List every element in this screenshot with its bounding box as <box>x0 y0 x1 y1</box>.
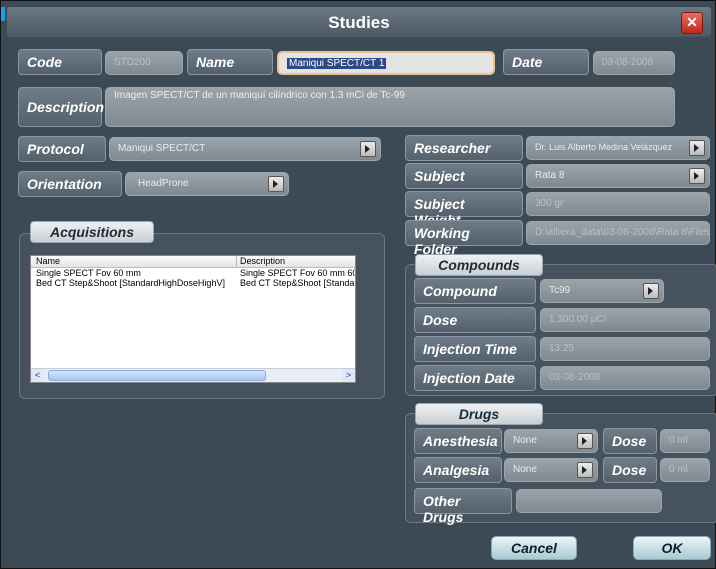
description-field[interactable]: Imagen SPECT/CT de un maniquí cilíndrico… <box>105 87 675 127</box>
researcher-label: Researcher <box>405 135 523 161</box>
list-item[interactable]: Bed CT Step&Shoot [StandardHighDoseHighV… <box>31 278 355 288</box>
compound-dropdown-icon[interactable] <box>643 283 659 299</box>
scroll-right-icon[interactable]: > <box>342 369 355 382</box>
acquisitions-list[interactable]: Name Description Single SPECT Fov 60 mm … <box>30 255 356 383</box>
compound-label: Compound <box>414 278 536 304</box>
scroll-left-icon[interactable]: < <box>31 369 44 382</box>
cancel-button[interactable]: Cancel <box>491 536 577 560</box>
subject-dropdown-icon[interactable] <box>689 168 705 184</box>
list-header: Name Description <box>31 256 355 268</box>
date-field[interactable]: 03-08-2008 <box>593 51 675 75</box>
researcher-value: Dr. Luis Alberto Medina Velázquez <box>535 142 673 152</box>
protocol-label: Protocol <box>18 136 106 162</box>
injection-date-label: Injection Date <box>414 365 536 391</box>
working-folder-label: Working Folder <box>405 220 523 257</box>
anesthesia-value: None <box>513 435 537 446</box>
title-bar: Studies ✕ <box>7 7 711 37</box>
analgesia-value: None <box>513 464 537 475</box>
other-drugs-label: Other Drugs <box>414 488 512 525</box>
code-field[interactable]: STD200 <box>105 51 183 75</box>
close-button[interactable]: ✕ <box>681 12 703 34</box>
analgesia-dose-label: Dose <box>603 457 657 483</box>
orientation-dropdown-icon[interactable] <box>268 176 284 192</box>
analgesia-dropdown-icon[interactable] <box>577 462 593 478</box>
analgesia-label: Analgesia <box>414 457 502 483</box>
protocol-dropdown[interactable]: Maniqui SPECT/CT <box>109 137 381 161</box>
ok-button[interactable]: OK <box>633 536 711 560</box>
acquisition-description: Bed CT Step&Shoot [Standardl <box>240 278 355 288</box>
orientation-dropdown[interactable]: HeadProne <box>125 172 289 196</box>
accent-bar <box>1 7 5 21</box>
analgesia-dropdown[interactable]: None <box>504 458 598 482</box>
name-value: Maniqui SPECT/CT 1 <box>287 58 387 69</box>
column-header-description[interactable]: Description <box>240 256 355 266</box>
list-item[interactable]: Single SPECT Fov 60 mm Single SPECT Fov … <box>31 268 355 278</box>
anesthesia-dropdown[interactable]: None <box>504 429 598 453</box>
working-folder-field[interactable]: D:\albera_data\03-08-2008\Rata 8\Files <box>526 221 710 245</box>
window-title: Studies <box>328 13 390 32</box>
subject-weight-field[interactable]: 300 gr <box>526 192 710 216</box>
dose-label: Dose <box>414 307 536 333</box>
protocol-value: Maniqui SPECT/CT <box>118 143 206 154</box>
subject-label: Subject <box>405 163 523 189</box>
code-label: Code <box>18 49 102 75</box>
acquisition-name: Bed CT Step&Shoot [StandardHighDoseHighV… <box>36 278 225 288</box>
other-drugs-field[interactable] <box>516 489 662 513</box>
horizontal-scrollbar[interactable]: < > <box>31 368 355 382</box>
researcher-dropdown[interactable]: Dr. Luis Alberto Medina Velázquez <box>526 136 710 160</box>
studies-window: Studies ✕ Code STD200 Name Maniqui SPECT… <box>0 0 716 569</box>
description-label: Description <box>18 87 104 127</box>
compounds-title: Compounds <box>415 254 543 276</box>
name-field[interactable]: Maniqui SPECT/CT 1 <box>277 51 495 75</box>
protocol-dropdown-icon[interactable] <box>360 141 376 157</box>
anesthesia-dose-field[interactable]: 0 ml <box>660 429 710 453</box>
acquisition-name: Single SPECT Fov 60 mm <box>36 268 141 278</box>
injection-time-label: Injection Time <box>414 336 536 362</box>
acquisitions-title: Acquisitions <box>30 221 154 243</box>
compound-value: Tc99 <box>549 285 571 296</box>
column-separator <box>236 256 237 267</box>
drugs-title: Drugs <box>415 403 543 425</box>
orientation-value: HeadProne <box>138 178 189 189</box>
analgesia-dose-field[interactable]: 0 ml <box>660 458 710 482</box>
anesthesia-dropdown-icon[interactable] <box>577 433 593 449</box>
injection-date-field[interactable]: 03-08-2008 <box>540 366 710 390</box>
subject-weight-label: Subject Weight <box>405 191 523 228</box>
scrollbar-thumb[interactable] <box>48 370 266 381</box>
subject-value: Rata 8 <box>535 170 565 181</box>
researcher-dropdown-icon[interactable] <box>689 140 705 156</box>
orientation-label: Orientation <box>18 171 122 197</box>
column-header-name[interactable]: Name <box>36 256 236 266</box>
subject-dropdown[interactable]: Rata 8 <box>526 164 710 188</box>
anesthesia-label: Anesthesia <box>414 428 502 454</box>
anesthesia-dose-label: Dose <box>603 428 657 454</box>
name-label: Name <box>187 49 273 75</box>
acquisition-description: Single SPECT Fov 60 mm 60 se <box>240 268 355 278</box>
injection-time-field[interactable]: 13:25 <box>540 337 710 361</box>
date-label: Date <box>503 49 589 75</box>
compound-dropdown[interactable]: Tc99 <box>540 279 664 303</box>
dose-field[interactable]: 1,300.00 µCi <box>540 308 710 332</box>
